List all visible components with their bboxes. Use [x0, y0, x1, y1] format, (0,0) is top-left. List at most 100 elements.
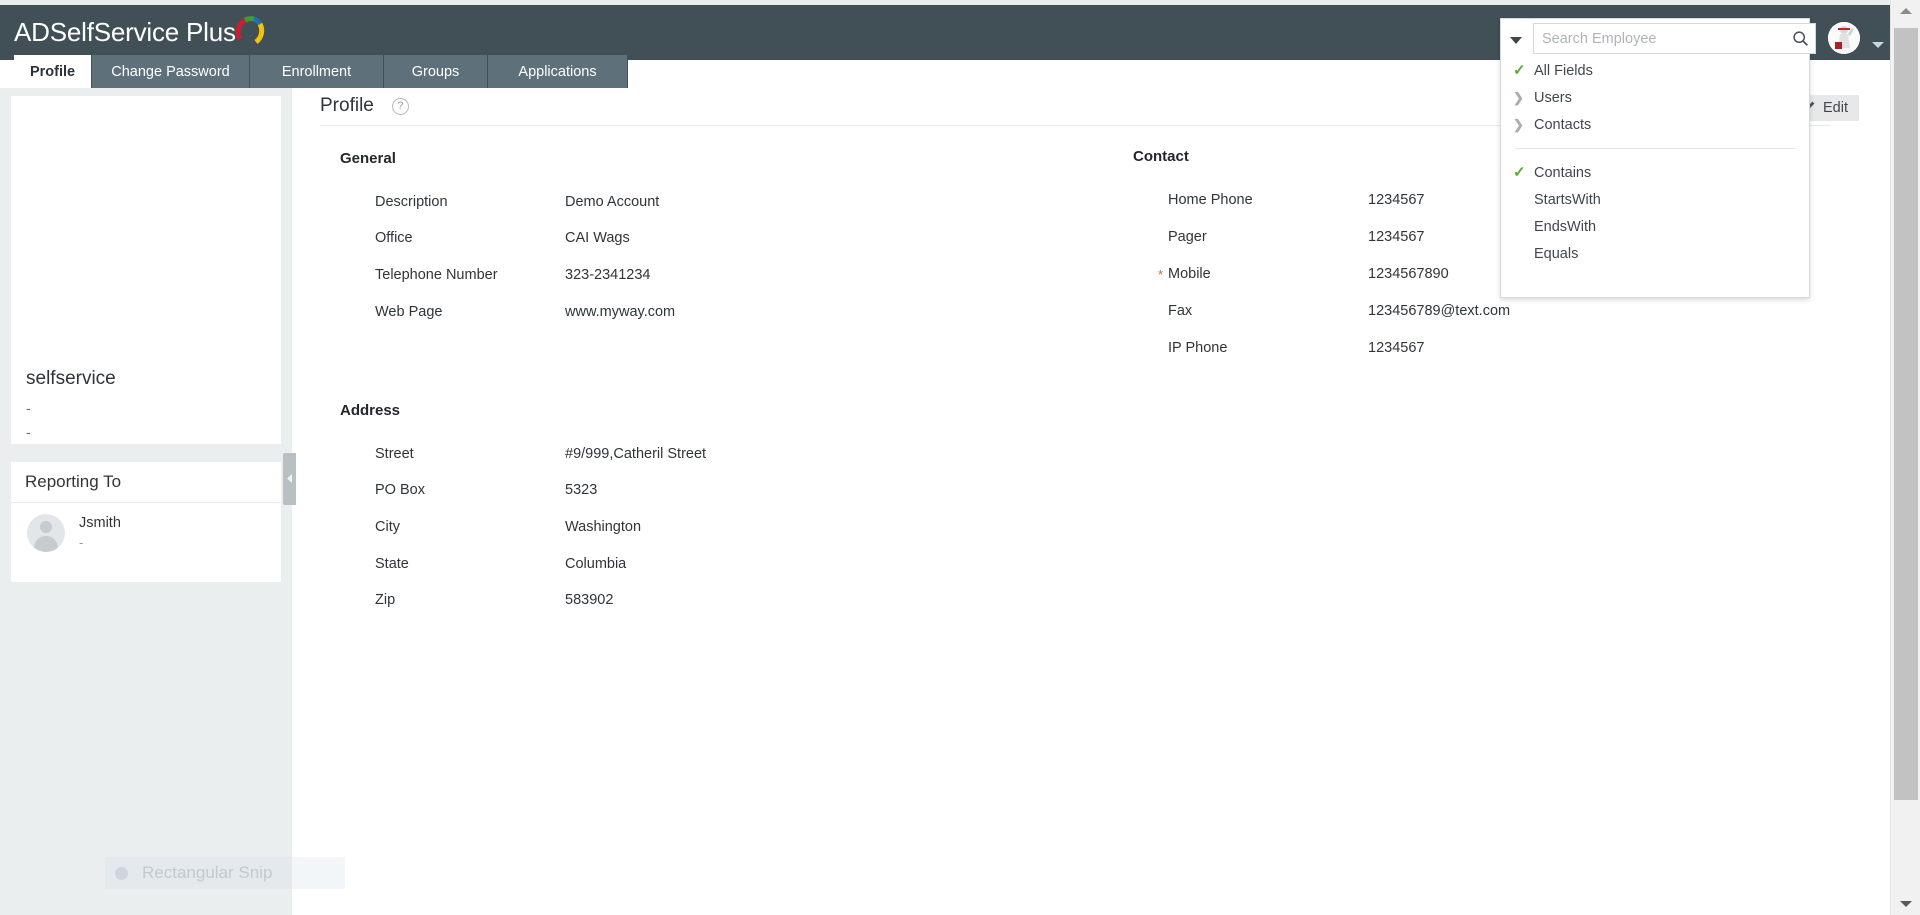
vertical-scrollbar[interactable]: [1890, 0, 1920, 915]
field-label: Home Phone: [1168, 192, 1253, 208]
field-label-text: Mobile: [1168, 266, 1211, 282]
field-po-box: PO Box 5323: [375, 482, 597, 498]
field-street: Street #9/999,Catheril Street: [375, 446, 706, 462]
dropdown-item-all-fields[interactable]: ✓ All Fields: [1501, 57, 1809, 84]
field-value: 123456789@text.com: [1368, 303, 1511, 319]
user-menu-caret-down-icon[interactable]: [1872, 36, 1884, 48]
app-root: ADSelfService Plus Profile Change Passwo…: [0, 0, 1920, 915]
field-value: Demo Account: [565, 194, 660, 210]
field-label: PO Box: [375, 482, 425, 498]
dropdown-item-label: Contains: [1534, 164, 1592, 181]
field-label: Telephone Number: [375, 267, 498, 283]
chevron-right-icon: ❯: [1513, 117, 1524, 132]
scroll-down-triangle-down-icon[interactable]: [1891, 893, 1920, 915]
field-label: Fax: [1168, 303, 1193, 319]
profile-summary-card: selfservice - -: [11, 96, 281, 444]
dropdown-item-label: Users: [1534, 89, 1572, 106]
field-mobile: * Mobile 1234567890: [1158, 266, 1449, 282]
dropdown-item-contacts[interactable]: ❯ Contacts: [1501, 111, 1809, 138]
dropdown-divider: [1515, 148, 1795, 149]
tab-change-password[interactable]: Change Password: [92, 55, 250, 88]
required-indicator-icon: *: [1158, 267, 1164, 282]
search-input[interactable]: [1534, 25, 1785, 52]
search-field-wrapper: [1533, 23, 1816, 54]
page-title: Profile: [320, 95, 374, 116]
search-scope-caret-down-icon[interactable]: [1508, 33, 1524, 45]
dropdown-item-label: All Fields: [1534, 62, 1593, 79]
dropdown-item-startswith[interactable]: StartsWith: [1501, 186, 1809, 213]
field-ip-phone: IP Phone 1234567: [1168, 340, 1424, 356]
dropdown-item-users[interactable]: ❯ Users: [1501, 84, 1809, 111]
reporting-to-subtitle: -: [79, 534, 84, 550]
dropdown-item-equals[interactable]: Equals: [1501, 240, 1809, 267]
reporting-to-name: Jsmith: [79, 515, 121, 532]
dropdown-item-endswith[interactable]: EndsWith: [1501, 213, 1809, 240]
field-value: 1234567890: [1368, 266, 1449, 282]
section-heading-general: General: [340, 150, 396, 167]
field-value: Washington: [565, 519, 642, 535]
edit-button-label: Edit: [1823, 100, 1848, 116]
check-icon: ✓: [1513, 164, 1526, 181]
field-zip: Zip 583902: [375, 592, 613, 608]
brand-logo[interactable]: ADSelfService Plus: [14, 13, 266, 45]
field-label: City: [375, 519, 400, 535]
field-value: 1234567: [1368, 229, 1425, 245]
page-title-row: Profile ?: [320, 95, 409, 117]
field-fax: Fax 123456789@text.com: [1168, 303, 1510, 319]
field-telephone-number: Telephone Number 323-2341234: [375, 267, 650, 283]
tab-groups[interactable]: Groups: [384, 55, 488, 88]
question-mark-icon[interactable]: ?: [391, 97, 409, 115]
field-pager: Pager 1234567: [1168, 229, 1424, 245]
tab-enrollment[interactable]: Enrollment: [250, 55, 384, 88]
chevron-right-icon: ❯: [1513, 90, 1524, 105]
rectangular-snip-overlay[interactable]: Rectangular Snip: [105, 857, 345, 889]
reporting-to-card: Reporting To Jsmith -: [11, 462, 281, 582]
field-value: www.myway.com: [565, 304, 676, 320]
profile-user-name: selfservice: [26, 368, 116, 389]
field-label: IP Phone: [1168, 340, 1228, 356]
dropdown-item-label: Contacts: [1534, 116, 1592, 133]
scroll-up-triangle-up-icon[interactable]: [1891, 0, 1920, 22]
tab-profile[interactable]: Profile: [14, 55, 92, 88]
rectangular-snip-label: Rectangular Snip: [142, 863, 273, 882]
adselfservice-arc-logo-icon: [232, 13, 266, 47]
sidebar-collapse-handle[interactable]: [283, 453, 296, 505]
field-value: 323-2341234: [565, 267, 651, 283]
field-value: Columbia: [565, 556, 627, 572]
reporting-to-meta: Jsmith -: [79, 514, 121, 552]
dropdown-item-label: EndsWith: [1534, 218, 1597, 235]
field-state: State Columbia: [375, 556, 626, 572]
section-heading-contact: Contact: [1133, 148, 1189, 165]
field-office: Office CAI Wags: [375, 230, 630, 246]
field-label: Web Page: [375, 304, 443, 320]
search-icon[interactable]: [1785, 24, 1815, 53]
field-label: Description: [375, 194, 448, 210]
field-value: 1234567: [1368, 192, 1425, 208]
search-scope-dropdown: ✓ All Fields ❯ Users ❯ Contacts ✓ Contai…: [1500, 18, 1810, 298]
tab-applications[interactable]: Applications: [488, 55, 628, 88]
field-home-phone: Home Phone 1234567: [1168, 192, 1424, 208]
field-value: 5323: [565, 482, 598, 498]
user-avatar[interactable]: [1828, 22, 1860, 54]
section-heading-address: Address: [340, 402, 401, 419]
dropdown-item-contains[interactable]: ✓ Contains: [1501, 159, 1809, 186]
field-value: 583902: [565, 592, 614, 608]
field-description: Description Demo Account: [375, 194, 659, 210]
brand-logo-text: ADSelfService Plus: [14, 17, 236, 47]
field-city: City Washington: [375, 519, 641, 535]
list-item[interactable]: Jsmith -: [11, 503, 281, 552]
dropdown-item-label: Equals: [1534, 245, 1579, 262]
reporting-to-title: Reporting To: [11, 462, 281, 503]
scrollbar-thumb[interactable]: [1894, 28, 1918, 800]
chevron-left-icon: [286, 470, 293, 488]
field-label: Office: [375, 230, 413, 246]
field-label: Street: [375, 446, 414, 462]
field-value: CAI Wags: [565, 230, 630, 246]
field-label: Pager: [1168, 229, 1207, 245]
field-label: * Mobile: [1158, 266, 1368, 282]
field-value: 1234567: [1368, 340, 1425, 356]
field-label: Zip: [375, 592, 396, 608]
dropdown-item-label: StartsWith: [1534, 191, 1601, 208]
profile-user-line3: -: [26, 424, 31, 440]
field-label: State: [375, 556, 409, 572]
